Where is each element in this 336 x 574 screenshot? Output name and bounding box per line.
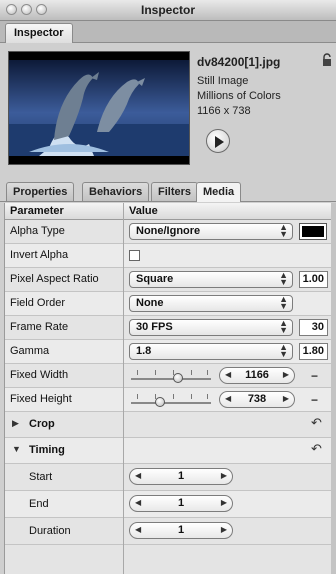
pixel-aspect-field[interactable]: 1.00 xyxy=(299,271,328,288)
column-header-parameter: Parameter xyxy=(10,205,64,217)
param-label: Invert Alpha xyxy=(10,249,69,261)
play-button[interactable] xyxy=(206,129,230,153)
column-header-value: Value xyxy=(129,205,158,217)
row-start: Start ◀ 1 ▶ xyxy=(5,464,332,491)
slider-tick xyxy=(191,370,192,375)
title-bar: Inspector xyxy=(0,0,336,21)
param-label: Field Order xyxy=(10,297,66,309)
slider-knob[interactable] xyxy=(173,373,183,383)
slider-tick xyxy=(207,370,208,375)
alpha-type-select[interactable]: None/Ignore ▲ ▼ xyxy=(129,223,293,240)
param-label: End xyxy=(29,498,49,510)
tab-behaviors[interactable]: Behaviors xyxy=(82,182,150,201)
param-label: Fixed Height xyxy=(10,393,72,405)
fixed-height-stepper[interactable]: ◀ 738 ▶ xyxy=(219,391,295,408)
slider-knob[interactable] xyxy=(155,397,165,407)
media-type: Still Image xyxy=(197,75,249,87)
row-pixel-aspect-ratio: Pixel Aspect Ratio Square ▲ ▼ 1.00 xyxy=(5,268,332,292)
row-field-order: Field Order None ▲ ▼ xyxy=(5,292,332,316)
disclosure-triangle-open-icon[interactable]: ▼ xyxy=(12,444,21,454)
row-crop[interactable]: ▶ Crop ↶ xyxy=(5,412,332,438)
media-dimensions: 1166 x 738 xyxy=(197,105,251,117)
slider-track xyxy=(131,378,211,380)
reset-icon[interactable]: ↶ xyxy=(311,415,322,431)
row-fixed-height: Fixed Height ◀ 738 ▶ − xyxy=(5,388,332,412)
row-frame-rate: Frame Rate 30 FPS ▲ ▼ 30 xyxy=(5,316,332,340)
reset-icon[interactable]: ↶ xyxy=(311,441,322,457)
inspector-subtabs: Properties Behaviors Filters Media xyxy=(0,180,336,202)
invert-alpha-checkbox[interactable] xyxy=(129,250,140,261)
end-stepper[interactable]: ◀ 1 ▶ xyxy=(129,495,233,512)
row-timing[interactable]: ▼ Timing ↶ xyxy=(5,438,332,464)
tab-properties[interactable]: Properties xyxy=(6,182,75,201)
slider-tick xyxy=(137,370,138,375)
slider-tick xyxy=(137,394,138,399)
param-label: Duration xyxy=(29,525,71,537)
row-invert-alpha: Invert Alpha xyxy=(5,244,332,268)
param-label: Pixel Aspect Ratio xyxy=(10,273,99,285)
group-label: Timing xyxy=(29,444,65,456)
pixel-aspect-select[interactable]: Square ▲ ▼ xyxy=(129,271,293,288)
param-label: Gamma xyxy=(10,345,50,357)
param-label: Frame Rate xyxy=(10,321,69,333)
tab-inspector[interactable]: Inspector xyxy=(5,23,73,43)
increment-arrow-icon[interactable]: ▶ xyxy=(221,498,227,507)
start-stepper[interactable]: ◀ 1 ▶ xyxy=(129,468,233,485)
gamma-field[interactable]: 1.80 xyxy=(299,343,328,360)
row-fixed-width: Fixed Width ◀ 1166 ▶ − xyxy=(5,364,332,388)
fixed-height-slider[interactable] xyxy=(129,392,213,409)
media-info: dv84200[1].jpg Still Image Millions of C… xyxy=(197,55,281,119)
inspector-tab-row: Inspector xyxy=(0,21,336,43)
increment-arrow-icon[interactable]: ▶ xyxy=(221,471,227,480)
duration-stepper[interactable]: ◀ 1 ▶ xyxy=(129,522,233,539)
row-alpha-type: Alpha Type None/Ignore ▲ ▼ xyxy=(5,220,332,244)
tab-filters[interactable]: Filters xyxy=(151,182,199,201)
swatch-fill xyxy=(302,226,324,237)
color-depth: Millions of Colors xyxy=(197,90,281,102)
popup-arrows-icon: ▲ ▼ xyxy=(279,222,288,239)
frame-rate-field[interactable]: 30 xyxy=(299,319,328,336)
increment-arrow-icon[interactable]: ▶ xyxy=(283,394,289,403)
play-icon xyxy=(215,136,224,148)
popup-arrows-icon: ▲ ▼ xyxy=(279,294,288,311)
window-title: Inspector xyxy=(140,3,195,17)
slider-track xyxy=(131,402,211,404)
popup-arrows-icon: ▲ ▼ xyxy=(279,342,288,359)
param-label: Fixed Width xyxy=(10,369,69,381)
increment-arrow-icon[interactable]: ▶ xyxy=(283,370,289,379)
row-duration: Duration ◀ 1 ▶ xyxy=(5,518,332,545)
color-swatch[interactable] xyxy=(299,223,327,240)
row-gamma: Gamma 1.8 ▲ ▼ 1.80 xyxy=(5,340,332,364)
slider-tick xyxy=(155,370,156,375)
fixed-width-stepper[interactable]: ◀ 1166 ▶ xyxy=(219,367,295,384)
table-header: Parameter Value xyxy=(5,203,332,220)
column-divider xyxy=(123,203,124,574)
field-order-select[interactable]: None ▲ ▼ xyxy=(129,295,293,312)
file-name: dv84200[1].jpg xyxy=(197,55,281,69)
popup-arrows-icon: ▲ ▼ xyxy=(279,270,288,287)
param-label: Alpha Type xyxy=(10,225,65,237)
frame-rate-select[interactable]: 30 FPS ▲ ▼ xyxy=(129,319,293,336)
slider-tick xyxy=(207,394,208,399)
param-label: Start xyxy=(29,471,53,483)
disclosure-triangle-closed-icon[interactable]: ▶ xyxy=(12,418,19,429)
preview-thumbnail xyxy=(8,51,190,165)
lock-icon[interactable] xyxy=(322,53,332,67)
fixed-width-slider[interactable] xyxy=(129,368,213,385)
increment-arrow-icon[interactable]: ▶ xyxy=(221,525,227,534)
slider-tick xyxy=(191,394,192,399)
media-preview: dv84200[1].jpg Still Image Millions of C… xyxy=(0,43,336,180)
gamma-select[interactable]: 1.8 ▲ ▼ xyxy=(129,343,293,360)
parameter-table: Parameter Value Alpha Type None/Ignore ▲… xyxy=(4,203,333,574)
popup-arrows-icon: ▲ ▼ xyxy=(279,318,288,335)
inspector-window: Inspector Inspector dv84200[1].jpg Still… xyxy=(0,0,336,574)
group-label: Crop xyxy=(29,418,55,430)
slider-tick xyxy=(173,394,174,399)
row-end: End ◀ 1 ▶ xyxy=(5,491,332,518)
minus-icon[interactable]: − xyxy=(311,393,318,407)
scrollbar[interactable] xyxy=(331,203,336,574)
tab-media[interactable]: Media xyxy=(196,182,242,202)
minus-icon[interactable]: − xyxy=(311,369,318,383)
